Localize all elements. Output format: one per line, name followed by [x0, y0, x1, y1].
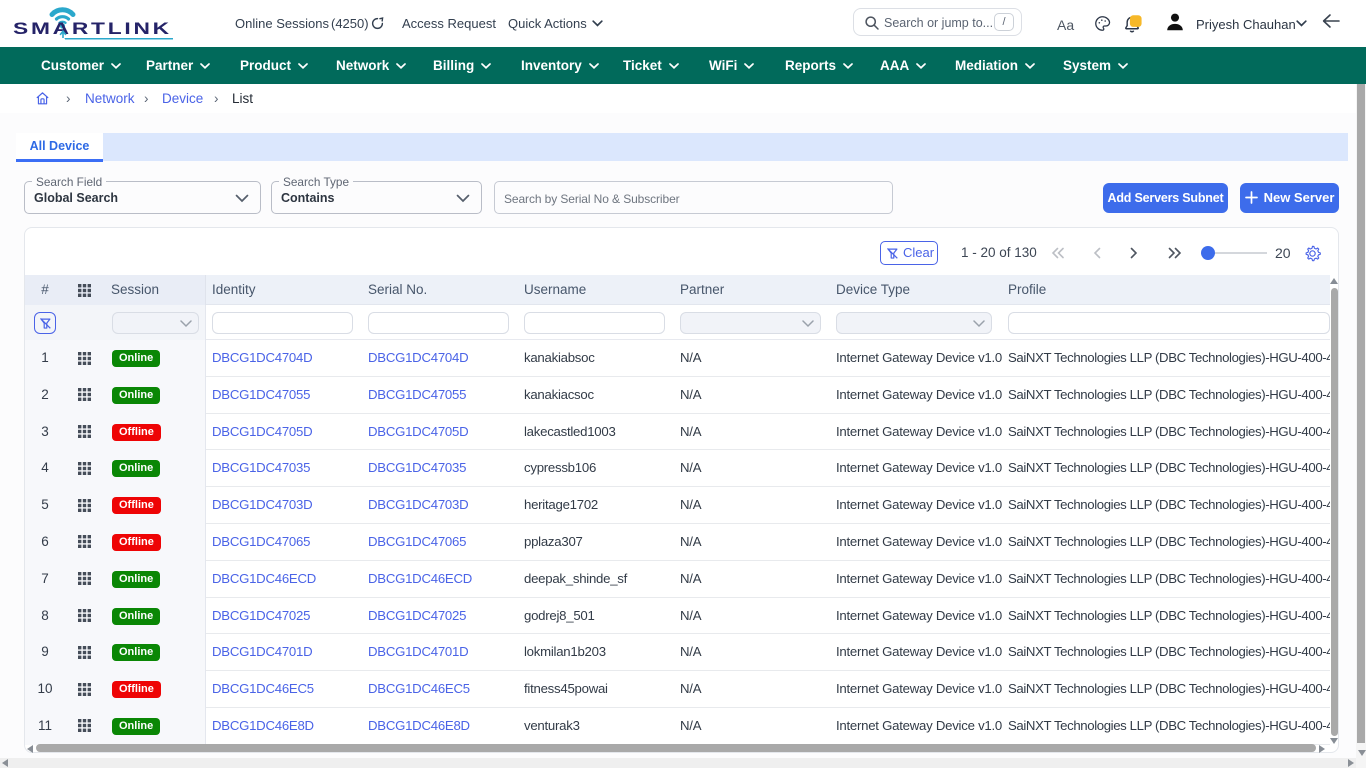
svg-text:SMARTLINK: SMARTLINK: [13, 20, 172, 38]
